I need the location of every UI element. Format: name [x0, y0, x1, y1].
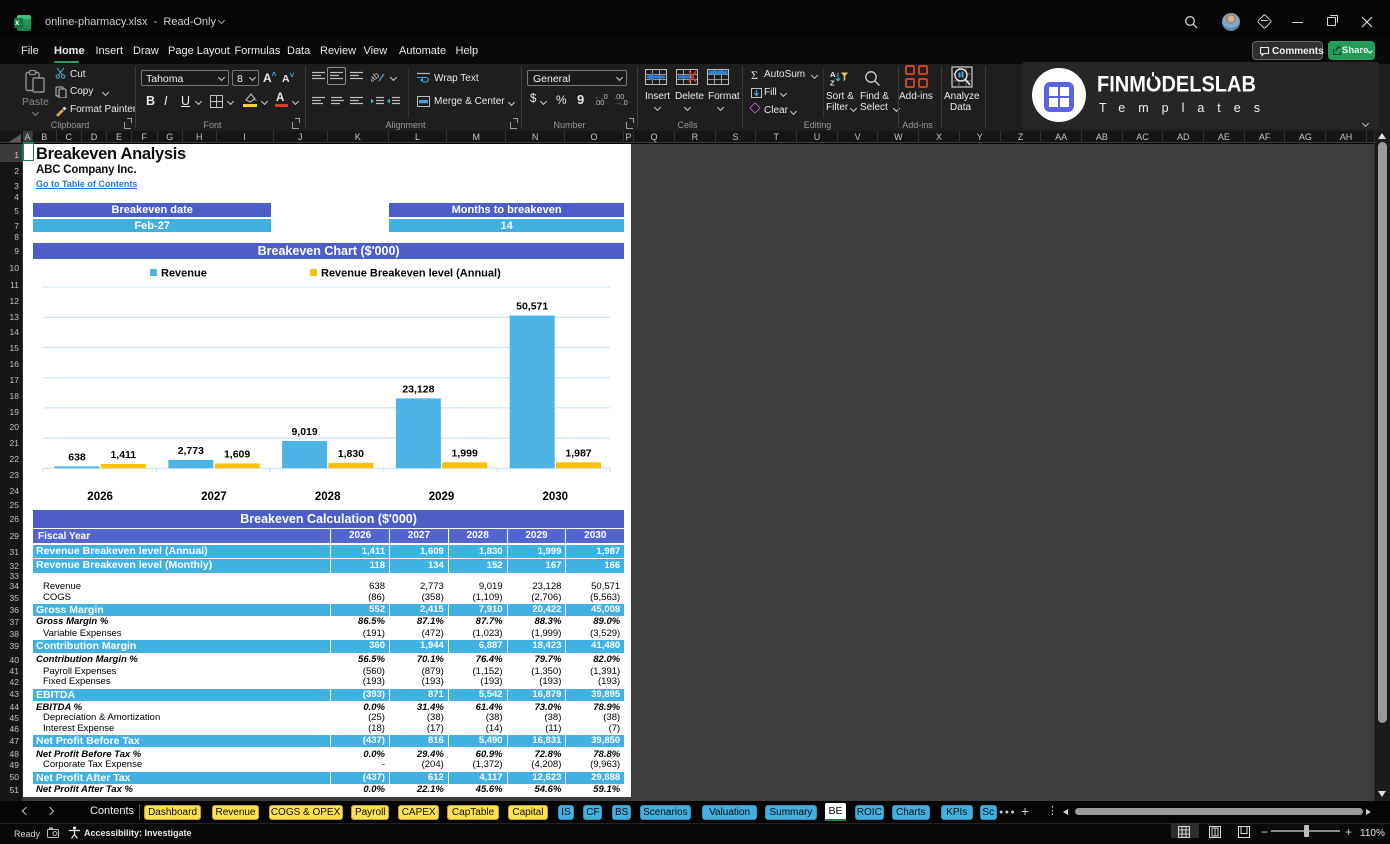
- svg-text:Revenue: Revenue: [161, 268, 207, 280]
- svg-text:1,987: 1,987: [565, 447, 591, 459]
- svg-text:2028: 2028: [315, 491, 341, 503]
- svg-text:2029: 2029: [429, 491, 455, 503]
- svg-text:638: 638: [68, 451, 86, 463]
- svg-text:23,128: 23,128: [402, 383, 434, 395]
- svg-text:2026: 2026: [87, 491, 113, 503]
- svg-text:1,411: 1,411: [110, 449, 136, 461]
- svg-text:2027: 2027: [201, 491, 227, 503]
- svg-text:1,999: 1,999: [452, 447, 478, 459]
- svg-text:Z: Z: [830, 79, 835, 87]
- svg-text:50,571: 50,571: [516, 301, 548, 313]
- svg-text:2,773: 2,773: [178, 445, 204, 457]
- svg-text:2030: 2030: [543, 491, 569, 503]
- svg-text:9,019: 9,019: [291, 426, 317, 438]
- svg-text:Revenue Breakeven level (Annua: Revenue Breakeven level (Annual): [321, 268, 501, 280]
- svg-text:1,609: 1,609: [224, 448, 250, 460]
- svg-text:1,830: 1,830: [338, 448, 364, 460]
